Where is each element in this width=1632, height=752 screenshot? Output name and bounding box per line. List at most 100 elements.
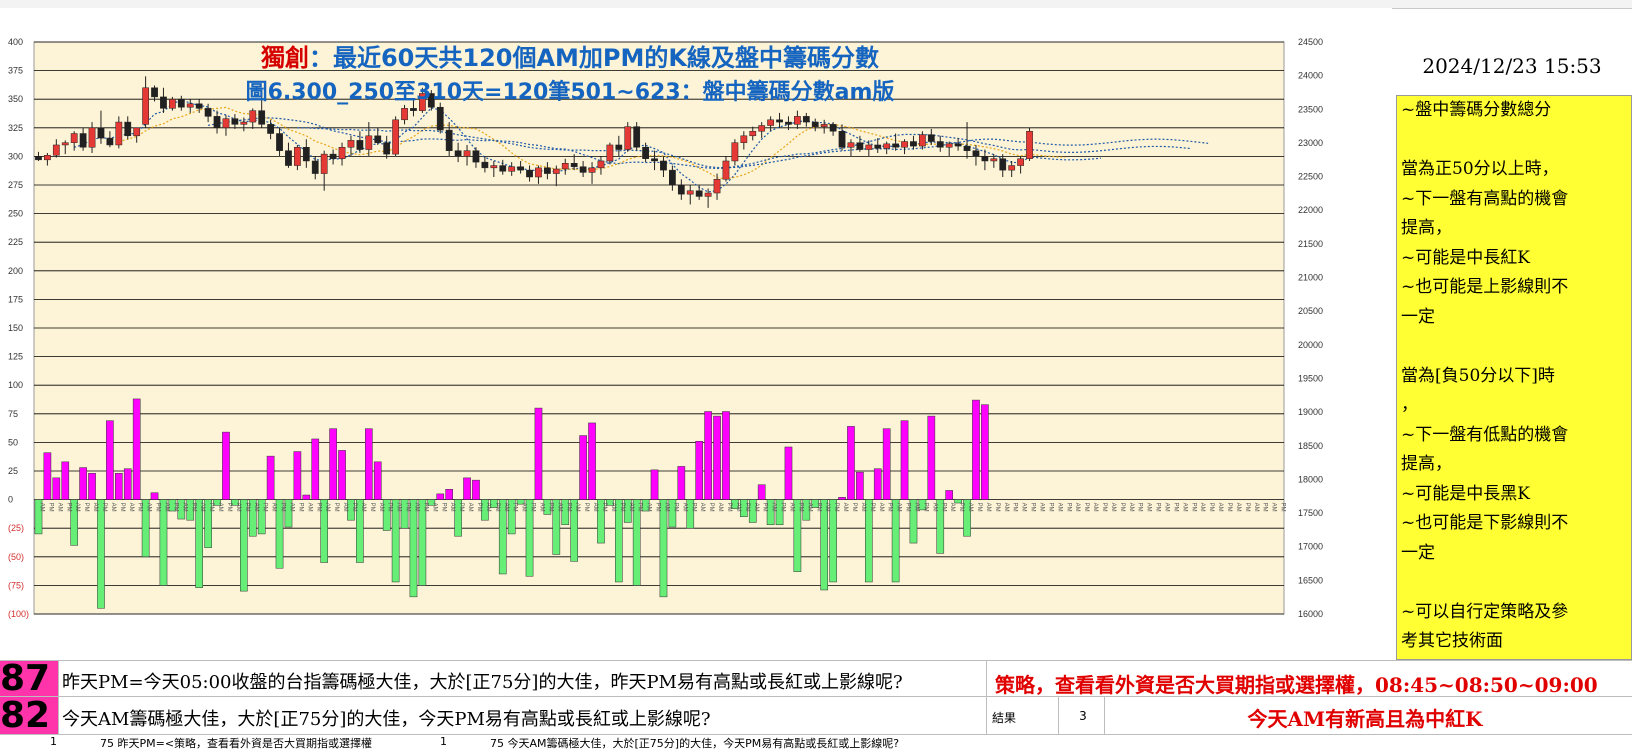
candle-body bbox=[285, 150, 292, 166]
note-line: 提高， bbox=[1401, 218, 1452, 238]
score-bar bbox=[373, 461, 382, 500]
result-value[interactable]: 3 bbox=[1068, 709, 1098, 723]
score-bar bbox=[293, 451, 302, 500]
score-bar bbox=[632, 499, 641, 586]
x-axis-label: AM bbox=[1128, 503, 1134, 512]
left-tick-label: 100 bbox=[8, 380, 23, 390]
score-bar bbox=[927, 415, 936, 500]
x-axis-label: PM bbox=[47, 503, 53, 512]
candle-body bbox=[1017, 158, 1024, 166]
score-bar bbox=[97, 499, 105, 609]
candle-body bbox=[838, 130, 846, 148]
divider bbox=[58, 661, 59, 697]
x-axis-label: AM bbox=[913, 503, 919, 512]
candle-body bbox=[722, 160, 730, 180]
x-axis-label: PM bbox=[83, 503, 89, 512]
candle-body bbox=[133, 127, 141, 137]
x-axis-label: AM bbox=[1056, 503, 1062, 512]
candle-body bbox=[811, 121, 819, 127]
left-tick-label: (75) bbox=[8, 580, 24, 590]
candle-body bbox=[802, 116, 810, 123]
candle-body bbox=[686, 190, 694, 195]
x-axis-label: AM bbox=[681, 503, 687, 512]
x-axis-label: PM bbox=[458, 503, 464, 512]
row-1: 87 昨天PM=今天05:00收盤的台指籌碼極大佳，大於[正75分]的大佳，昨天… bbox=[0, 660, 1632, 698]
row3-cell-4[interactable]: 75 今天AM籌碼極大佳，大於[正75分]的大佳，今天PM易有高點或長紅或上影線… bbox=[490, 735, 899, 751]
x-axis-label: AM bbox=[199, 503, 205, 512]
left-tick-label: 225 bbox=[8, 237, 23, 247]
candle-body bbox=[52, 144, 60, 156]
score-bar bbox=[418, 499, 427, 586]
row3-cell-3[interactable]: 1 bbox=[440, 735, 447, 748]
candle-body bbox=[561, 163, 569, 170]
candle-body bbox=[660, 160, 667, 171]
score-cell-2[interactable]: 82 bbox=[0, 697, 58, 735]
x-axis-label: PM bbox=[583, 503, 589, 512]
note-line: ~也可能是下影線則不 bbox=[1401, 513, 1569, 533]
candle-body bbox=[856, 142, 864, 150]
candle-body bbox=[472, 150, 480, 163]
x-axis-label: PM bbox=[1208, 503, 1214, 512]
x-axis-label: AM bbox=[360, 503, 366, 512]
candle-body bbox=[874, 144, 882, 149]
score-bar bbox=[445, 489, 454, 500]
score-bar bbox=[873, 468, 882, 500]
x-axis-label: PM bbox=[1155, 503, 1161, 512]
x-axis-label: PM bbox=[1137, 503, 1143, 512]
left-tick-label: 250 bbox=[8, 209, 23, 219]
left-tick-label: 175 bbox=[8, 294, 23, 304]
question-1[interactable]: 昨天PM=今天05:00收盤的台指籌碼極大佳，大於[正75分]的大佳，昨天PM易… bbox=[62, 668, 903, 694]
score-bar bbox=[222, 431, 230, 500]
score-bar bbox=[588, 422, 596, 500]
candle-body bbox=[258, 110, 266, 125]
row3-cell-2[interactable]: 75 昨天PM=<策略，查看看外資是否大買期指或選擇權 bbox=[100, 735, 372, 751]
x-axis-label: AM bbox=[485, 503, 491, 512]
x-axis-label: AM bbox=[163, 503, 169, 512]
x-axis-label: PM bbox=[690, 503, 696, 512]
x-axis-label: AM bbox=[717, 503, 723, 512]
x-axis-label: PM bbox=[958, 503, 964, 512]
score-bar bbox=[88, 473, 96, 500]
x-axis-label: AM bbox=[449, 503, 455, 512]
x-axis-label: AM bbox=[1181, 503, 1187, 512]
note-line: 一定 bbox=[1401, 542, 1435, 563]
candle-body bbox=[35, 156, 42, 161]
candle-body bbox=[186, 103, 194, 108]
x-axis-label: PM bbox=[922, 503, 928, 512]
left-tick-label: 0 bbox=[8, 495, 13, 505]
question-2[interactable]: 今天AM籌碼極大佳，大於[正75分]的大佳，今天PM易有高點或長紅或上影線呢? bbox=[62, 705, 711, 731]
x-axis-label: PM bbox=[1226, 503, 1232, 512]
datetime-display: 2024/12/23 15:53 bbox=[1392, 40, 1632, 92]
x-axis-label: PM bbox=[780, 503, 786, 512]
score-bar bbox=[240, 499, 248, 592]
left-tick-label: 375 bbox=[8, 66, 23, 76]
candle-body bbox=[392, 119, 399, 155]
x-axis-label: PM bbox=[762, 503, 768, 512]
x-axis-label: AM bbox=[985, 503, 991, 512]
right-tick-label: 23000 bbox=[1298, 138, 1323, 148]
score-bar bbox=[865, 499, 873, 583]
score-bar bbox=[722, 411, 730, 500]
candle-body bbox=[758, 125, 766, 132]
right-tick-label: 17500 bbox=[1298, 508, 1323, 518]
candle-body bbox=[302, 146, 310, 162]
candle-body bbox=[97, 127, 105, 139]
candle-body bbox=[990, 158, 998, 162]
score-cell-1[interactable]: 87 bbox=[0, 661, 58, 697]
x-axis-label: AM bbox=[592, 503, 598, 512]
note-line bbox=[1401, 568, 1627, 598]
x-axis-label: PM bbox=[137, 503, 143, 512]
x-axis-label: PM bbox=[1101, 503, 1107, 512]
score-bar bbox=[704, 411, 712, 500]
row3-cell-1[interactable]: 1 bbox=[50, 735, 57, 748]
row-3: 1 75 昨天PM=<策略，查看看外資是否大買期指或選擇權 1 75 今天AM籌… bbox=[0, 734, 1632, 752]
x-axis-label: AM bbox=[1003, 503, 1009, 512]
score-bar bbox=[972, 399, 980, 500]
score-bar bbox=[847, 426, 855, 500]
conclusion-text[interactable]: 今天AM有新高且為中紅K bbox=[1110, 703, 1620, 732]
strategy-text[interactable]: 策略，查看看外資是否大買期指或選擇權，08:45~08:50~09:00 bbox=[995, 669, 1598, 698]
x-axis-label: PM bbox=[1280, 503, 1286, 512]
note-line: ~可以自行定策略及參 bbox=[1401, 601, 1569, 622]
left-axis-ticks: (100) (75) (50) (25) 0 25 50 75 100 125 150 175 200 2… bbox=[8, 37, 29, 619]
x-axis-label: PM bbox=[65, 503, 71, 512]
